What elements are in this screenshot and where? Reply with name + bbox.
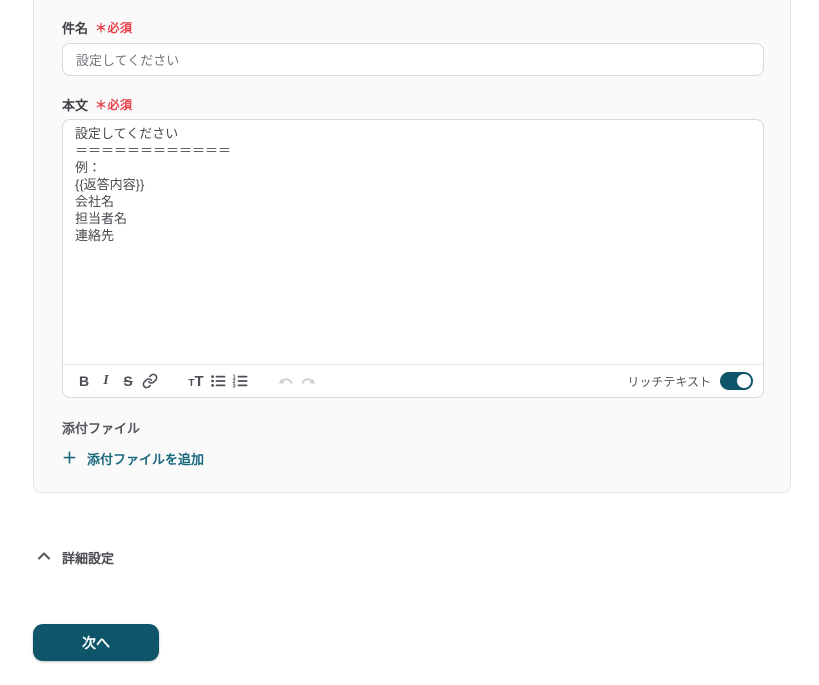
rich-text-label: リッチテキスト (627, 374, 711, 389)
link-icon (142, 373, 158, 389)
bold-icon: B (78, 373, 90, 389)
body-label-row: 本文 ＊必須 (62, 96, 762, 113)
link-button[interactable] (139, 369, 161, 393)
undo-button[interactable] (275, 369, 297, 393)
redo-button[interactable] (297, 369, 319, 393)
bullet-list-icon (210, 373, 226, 389)
strikethrough-icon: S (123, 373, 133, 389)
attachments-label: 添付ファイル (62, 421, 141, 436)
editor-toolbar: B I S T T 1 2 3 リッチテキスト (63, 364, 763, 397)
plus-icon: ＋ (62, 450, 78, 467)
toggle-knob (737, 374, 751, 388)
subject-label-row: 件名 ＊必須 (62, 19, 762, 36)
rich-text-toggle[interactable] (720, 372, 753, 390)
body-label: 本文 (62, 97, 89, 113)
rich-text-toggle-row: リッチテキスト (627, 372, 753, 390)
italic-button[interactable]: I (95, 369, 117, 393)
advanced-settings-label: 詳細設定 (62, 551, 115, 566)
mail-template-form-page: 件名 ＊必須 本文 ＊必須 設定してください ＝＝＝＝＝＝＝＝＝＝＝＝ 例： {… (0, 0, 819, 685)
bold-button[interactable]: B (73, 369, 95, 393)
undo-icon (278, 373, 294, 389)
body-required-badge: ＊必須 (95, 97, 133, 112)
next-button[interactable]: 次へ (33, 624, 159, 661)
numbered-list-button[interactable]: 123 (229, 369, 251, 393)
bullet-list-button[interactable] (207, 369, 229, 393)
add-attachment-button[interactable]: ＋ 添付ファイルを追加 (62, 449, 204, 468)
italic-icon: I (103, 373, 109, 388)
heading-icon: TT (188, 372, 204, 390)
rich-text-editor: 設定してください ＝＝＝＝＝＝＝＝＝＝＝＝ 例： {{返答内容}} 会社名 担当… (62, 119, 764, 398)
mail-form-card: 件名 ＊必須 本文 ＊必須 設定してください ＝＝＝＝＝＝＝＝＝＝＝＝ 例： {… (33, 0, 791, 493)
heading-button[interactable]: TT (185, 369, 207, 393)
subject-input[interactable] (62, 43, 764, 76)
body-editor-content[interactable]: 設定してください ＝＝＝＝＝＝＝＝＝＝＝＝ 例： {{返答内容}} 会社名 担当… (63, 120, 763, 364)
subject-label: 件名 (62, 20, 89, 36)
chevron-up-icon (37, 550, 51, 565)
add-attachment-label: 添付ファイルを追加 (87, 452, 205, 467)
numbered-list-icon: 123 (232, 373, 248, 389)
subject-required-badge: ＊必須 (95, 20, 133, 35)
svg-text:3: 3 (233, 384, 236, 389)
strikethrough-button[interactable]: S (117, 369, 139, 393)
advanced-settings-toggle[interactable]: 詳細設定 (37, 548, 114, 567)
redo-icon (300, 373, 316, 389)
